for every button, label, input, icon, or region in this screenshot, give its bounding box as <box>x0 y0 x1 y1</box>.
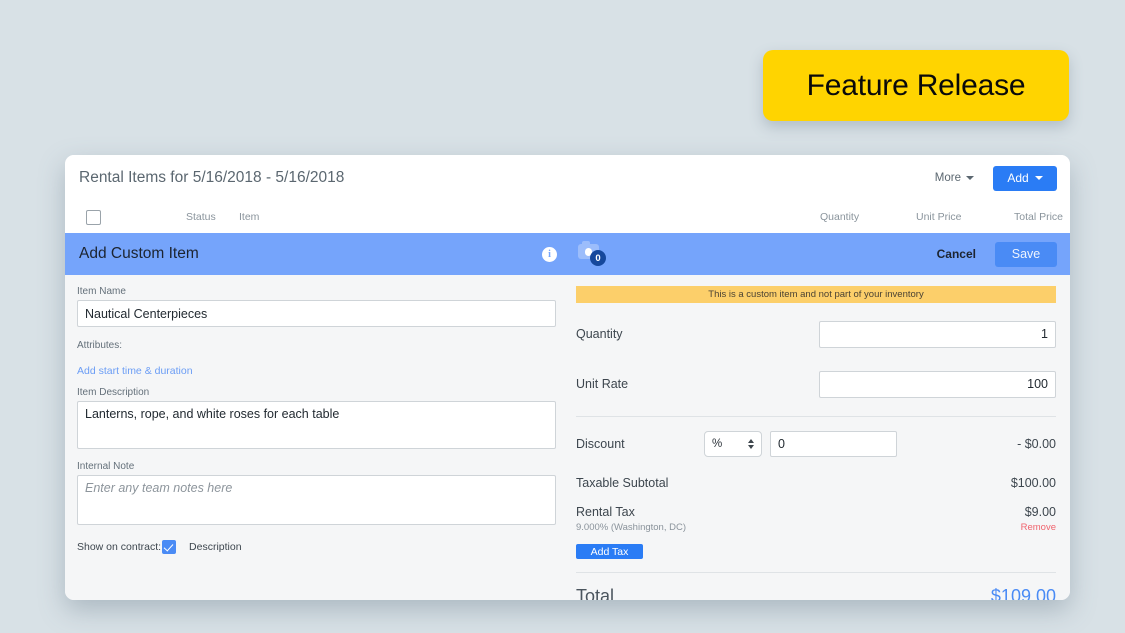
internal-note-label: Internal Note <box>77 461 135 472</box>
page-title: Rental Items for 5/16/2018 - 5/16/2018 <box>79 169 345 186</box>
unit-rate-row: Unit Rate <box>576 365 1056 403</box>
camera-icon[interactable]: 0 <box>578 241 608 267</box>
form-body: Item Name Attributes: Add start time & d… <box>65 275 1070 600</box>
taxable-subtotal-row: Taxable Subtotal $100.00 <box>576 476 1056 490</box>
quantity-input[interactable] <box>819 320 1056 348</box>
description-checkbox-label: Description <box>189 541 242 553</box>
card-title-row: Rental Items for 5/16/2018 - 5/16/2018 M… <box>65 155 1070 201</box>
action-bar-buttons: Cancel Save <box>937 241 1057 267</box>
column-header-total-price: Total Price <box>1014 211 1064 223</box>
chevron-down-icon <box>966 176 974 180</box>
discount-row: Discount % - $0.00 <box>576 427 1056 461</box>
card-top-section: Rental Items for 5/16/2018 - 5/16/2018 M… <box>65 155 1070 233</box>
item-name-input[interactable] <box>77 300 556 327</box>
discount-value-input[interactable] <box>770 431 897 457</box>
chevron-down-icon <box>1034 176 1043 180</box>
remove-tax-link[interactable]: Remove <box>1021 522 1056 533</box>
discount-type-value: % <box>712 438 723 450</box>
left-form-pane: Item Name Attributes: Add start time & d… <box>65 275 563 600</box>
custom-item-banner: This is a custom item and not part of yo… <box>576 286 1056 303</box>
add-button-label: Add <box>1007 171 1029 185</box>
item-name-label: Item Name <box>77 286 126 297</box>
column-header-status: Status <box>186 211 216 223</box>
quantity-row: Quantity <box>576 315 1056 353</box>
show-on-contract-row: Show on contract: Description <box>77 540 563 554</box>
taxable-subtotal-label: Taxable Subtotal <box>576 476 669 490</box>
feature-release-label: Feature Release <box>806 68 1026 102</box>
add-button[interactable]: Add <box>993 165 1057 191</box>
unit-rate-label: Unit Rate <box>576 377 629 391</box>
cancel-button[interactable]: Cancel <box>937 247 976 261</box>
rental-items-card: Rental Items for 5/16/2018 - 5/16/2018 M… <box>65 155 1070 600</box>
discount-amount: - $0.00 <box>1017 437 1056 451</box>
discount-type-select[interactable]: % <box>704 431 762 457</box>
internal-note-textarea[interactable] <box>77 475 556 525</box>
taxable-subtotal-amount: $100.00 <box>1010 476 1056 490</box>
show-on-contract-label: Show on contract: <box>77 541 162 553</box>
column-header-unit-price: Unit Price <box>916 211 962 223</box>
total-row: Total $109.00 <box>576 586 1056 601</box>
add-start-time-link[interactable]: Add start time & duration <box>77 365 193 377</box>
add-custom-item-bar: Add Custom Item i 0 Cancel Save <box>65 233 1070 275</box>
add-tax-button[interactable]: Add Tax <box>576 544 643 559</box>
table-header-row: Status Item Quantity Unit Price Total Pr… <box>65 201 1070 233</box>
column-header-item: Item <box>239 211 260 223</box>
show-description-checkbox[interactable] <box>162 540 177 554</box>
rental-tax-name: Rental Tax <box>576 505 635 519</box>
info-icon[interactable]: i <box>542 246 557 262</box>
rental-tax-info: Rental Tax 9.000% (Washington, DC) <box>576 505 686 533</box>
photo-count-badge: 0 <box>590 250 606 266</box>
divider-above-total <box>576 571 1056 573</box>
item-description-label: Item Description <box>77 387 150 398</box>
total-amount: $109.00 <box>990 585 1056 601</box>
feature-release-badge: Feature Release <box>763 50 1069 121</box>
divider-above-discount <box>576 416 1056 417</box>
item-description-textarea[interactable] <box>77 401 556 449</box>
add-custom-item-title: Add Custom Item <box>79 245 199 262</box>
chevron-up-icon <box>748 439 754 443</box>
attributes-label: Attributes: <box>77 340 123 351</box>
rental-tax-amount: $9.00 <box>1024 505 1056 519</box>
select-all-checkbox[interactable] <box>86 209 101 225</box>
discount-label: Discount <box>576 437 625 451</box>
right-pricing-pane: This is a custom item and not part of yo… <box>563 275 1070 600</box>
quantity-label: Quantity <box>576 327 623 341</box>
rental-tax-detail: 9.000% (Washington, DC) <box>576 522 687 533</box>
save-button[interactable]: Save <box>995 241 1057 267</box>
total-label: Total <box>576 585 615 601</box>
unit-rate-input[interactable] <box>819 370 1056 398</box>
rental-tax-row: Rental Tax 9.000% (Washington, DC) $9.00… <box>576 505 1056 533</box>
more-button[interactable]: More <box>935 172 974 184</box>
chevron-down-icon <box>748 445 754 449</box>
rental-tax-values: $9.00 Remove <box>1021 505 1056 533</box>
stepper-arrows-icon <box>748 439 754 449</box>
more-button-label: More <box>934 172 961 184</box>
column-header-quantity: Quantity <box>820 211 860 223</box>
